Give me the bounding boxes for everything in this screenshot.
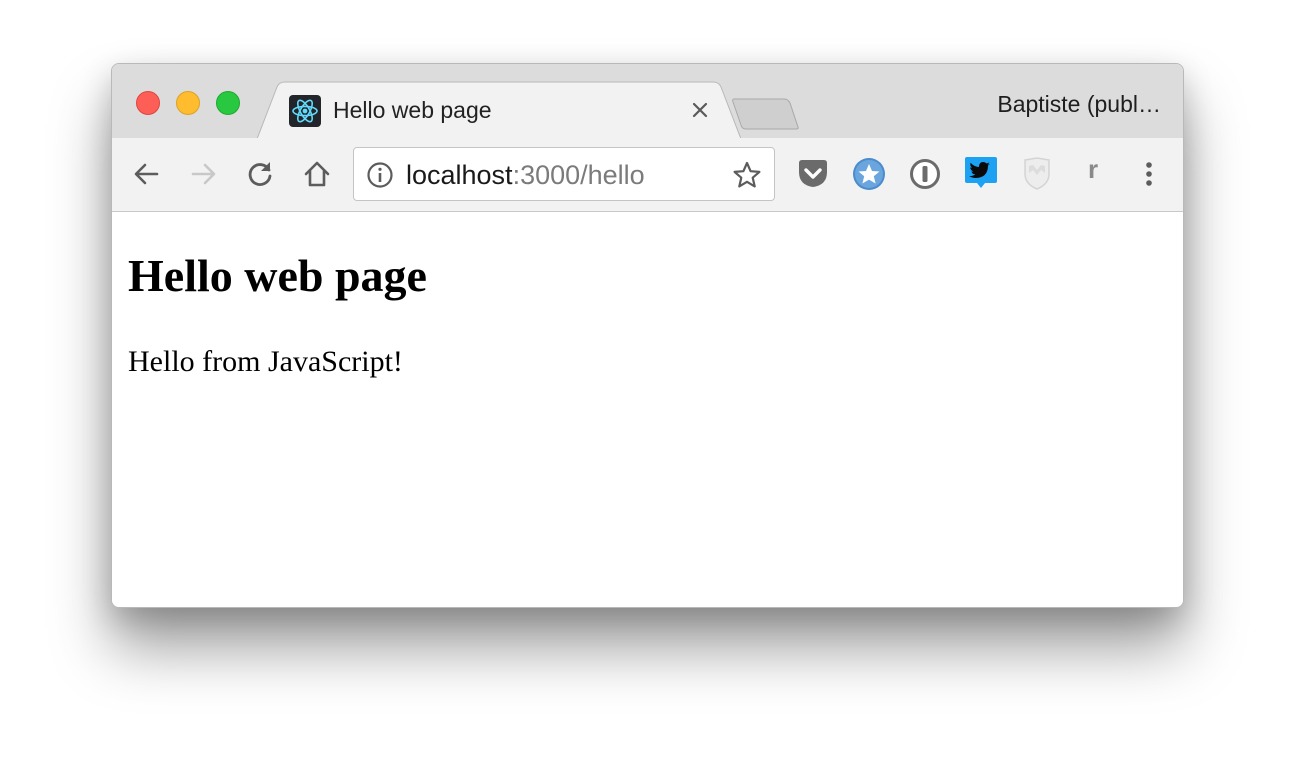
react-icon <box>289 95 321 127</box>
shield-icon[interactable] <box>1019 156 1055 192</box>
1password-icon[interactable] <box>907 156 943 192</box>
url-text: localhost:3000/hello <box>406 160 645 191</box>
star-icon[interactable] <box>732 160 762 190</box>
forward-arrow-icon[interactable] <box>186 157 220 191</box>
home-icon[interactable] <box>300 157 334 191</box>
toolbar: localhost:3000/hello r <box>112 138 1183 212</box>
bookmark-star-icon[interactable] <box>851 156 887 192</box>
tab-title: Hello web page <box>333 97 492 123</box>
page-content: Hello web page Hello from JavaScript! <box>112 212 1183 607</box>
profile-name[interactable]: Baptiste (publ… <box>997 91 1161 118</box>
reload-icon[interactable] <box>243 157 277 191</box>
twitter-icon[interactable] <box>963 156 999 192</box>
tab-hello-web-page[interactable]: Hello web page <box>257 81 741 139</box>
info-icon[interactable] <box>366 161 394 189</box>
url-host: localhost <box>406 160 513 190</box>
tab-close-icon[interactable] <box>687 97 713 123</box>
page-heading: Hello web page <box>128 250 427 301</box>
pocket-icon[interactable] <box>795 156 831 192</box>
screen: Hello web page Baptiste (publ… localhost… <box>0 0 1296 768</box>
tab-shape <box>257 81 741 139</box>
window-maximize-button[interactable] <box>216 91 240 115</box>
page-paragraph: Hello from JavaScript! <box>128 345 403 378</box>
url-path: :3000/hello <box>512 160 645 190</box>
address-bar[interactable]: localhost:3000/hello <box>353 147 775 201</box>
browser-window: Hello web page Baptiste (publ… localhost… <box>111 63 1184 608</box>
back-arrow-icon[interactable] <box>130 157 164 191</box>
r-icon[interactable]: r <box>1075 154 1111 185</box>
window-close-button[interactable] <box>136 91 160 115</box>
tab-strip: Hello web page Baptiste (publ… <box>112 64 1183 139</box>
window-minimize-button[interactable] <box>176 91 200 115</box>
new-tab-button[interactable] <box>732 97 802 131</box>
menu-icon[interactable] <box>1131 156 1167 192</box>
